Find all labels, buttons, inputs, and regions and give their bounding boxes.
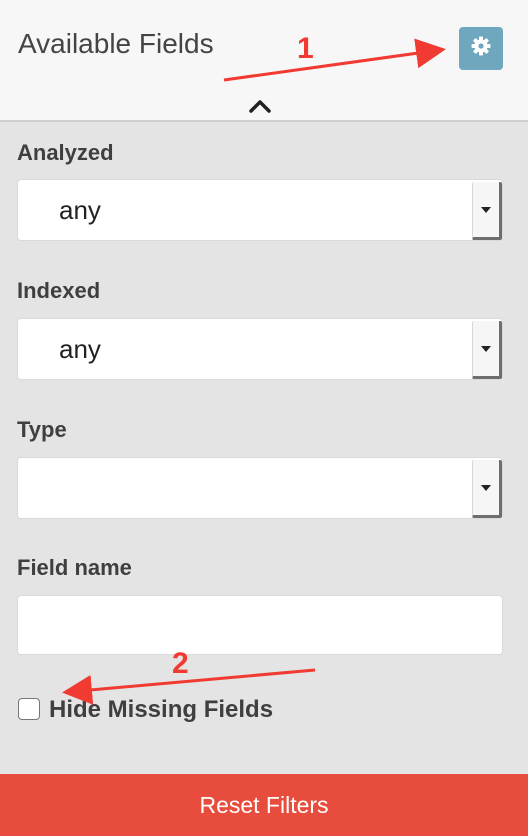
indexed-select-value: any xyxy=(59,333,101,364)
analyzed-select[interactable]: any xyxy=(17,179,503,241)
analyzed-select-value: any xyxy=(59,194,101,225)
type-label: Type xyxy=(17,417,67,442)
dropdown-arrow-icon[interactable] xyxy=(472,460,502,518)
field-name-input[interactable] xyxy=(17,595,503,655)
sidebar-header: Available Fields xyxy=(0,0,528,122)
collapse-toggle[interactable] xyxy=(247,97,273,115)
annotation-arrow-2 xyxy=(62,668,316,705)
settings-button[interactable] xyxy=(459,27,503,70)
reset-filters-button[interactable]: Reset Filters xyxy=(0,774,528,836)
gear-icon xyxy=(469,34,493,63)
analyzed-label: Analyzed xyxy=(17,140,114,165)
dropdown-arrow-icon[interactable] xyxy=(472,182,502,240)
indexed-select[interactable]: any xyxy=(17,318,503,380)
chevron-up-icon xyxy=(247,100,273,119)
hide-missing-checkbox[interactable] xyxy=(18,698,40,720)
page-title: Available Fields xyxy=(18,28,214,59)
hide-missing-label[interactable]: Hide Missing Fields xyxy=(49,696,273,724)
field-name-label: Field name xyxy=(17,555,132,580)
indexed-label: Indexed xyxy=(17,278,101,303)
type-select[interactable] xyxy=(17,457,503,519)
dropdown-arrow-icon[interactable] xyxy=(472,321,502,379)
